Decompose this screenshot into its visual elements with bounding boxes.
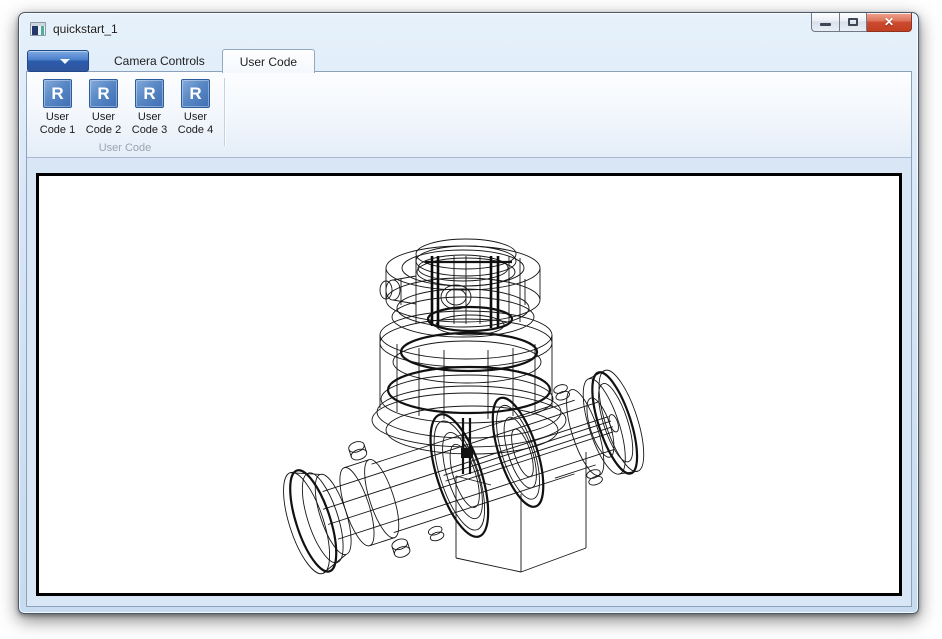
application-menu-button[interactable] xyxy=(27,50,89,72)
user-code-4-button[interactable]: R User Code 4 xyxy=(173,77,218,137)
minimize-icon xyxy=(820,23,831,26)
maximize-button[interactable] xyxy=(840,13,867,32)
user-code-3-button[interactable]: R User Code 3 xyxy=(127,77,172,137)
button-label: User Code 4 xyxy=(178,111,213,137)
maximize-icon xyxy=(848,18,858,26)
ribbon-buttons: R User Code 1 R User Code 2 xyxy=(35,77,219,137)
close-button[interactable]: ✕ xyxy=(867,13,912,32)
r-script-icon: R xyxy=(89,79,118,108)
title-bar[interactable]: quickstart_1 ✕ xyxy=(19,13,918,49)
button-label: User Code 2 xyxy=(86,111,121,137)
valve-wireframe-model xyxy=(39,176,899,593)
ribbon-tab-row: Camera Controls User Code xyxy=(27,49,912,72)
window-title: quickstart_1 xyxy=(53,22,118,36)
viewport-canvas[interactable] xyxy=(36,173,902,596)
close-icon: ✕ xyxy=(884,16,894,28)
ribbon-content: R User Code 1 R User Code 2 xyxy=(27,72,911,158)
user-code-1-button[interactable]: R User Code 1 xyxy=(35,77,80,137)
app-icon xyxy=(30,22,46,36)
window-controls: ✕ xyxy=(811,13,912,32)
tab-user-code[interactable]: User Code xyxy=(222,49,315,73)
application-window: quickstart_1 ✕ Camera Controls User Code xyxy=(18,12,919,614)
r-script-icon: R xyxy=(135,79,164,108)
client-area: R User Code 1 R User Code 2 xyxy=(26,71,912,607)
r-script-icon: R xyxy=(181,79,210,108)
chevron-down-icon xyxy=(60,59,70,64)
tab-camera-controls[interactable]: Camera Controls xyxy=(97,49,222,72)
r-script-icon: R xyxy=(43,79,72,108)
button-label: User Code 1 xyxy=(40,111,75,137)
ribbon-group-user-code: R User Code 1 R User Code 2 xyxy=(27,72,233,157)
group-separator xyxy=(224,78,225,146)
user-code-2-button[interactable]: R User Code 2 xyxy=(81,77,126,137)
ribbon-group-label: User Code xyxy=(35,142,215,154)
minimize-button[interactable] xyxy=(811,13,840,32)
button-label: User Code 3 xyxy=(132,111,167,137)
